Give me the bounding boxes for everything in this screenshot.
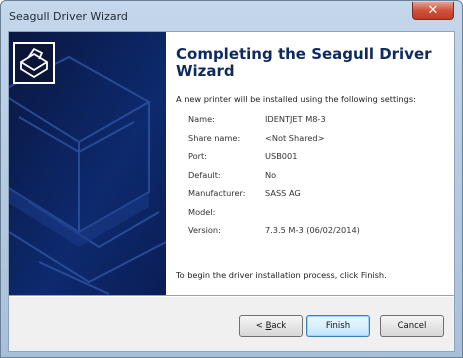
setting-value: USB001: [265, 151, 298, 161]
back-button-rest: ack: [271, 321, 287, 331]
setting-label: Name:: [188, 114, 215, 124]
setting-row-share-name: Share name: <Not Shared>: [188, 133, 448, 152]
setting-row-version: Version: 7.3.5 M-3 (06/02/2014): [188, 225, 448, 244]
setting-value: <Not Shared>: [265, 132, 325, 143]
setting-value: IDENTJET M8-3: [265, 114, 326, 124]
button-bar: < Back Finish Cancel: [9, 297, 454, 351]
setting-label: Version:: [188, 225, 221, 235]
setting-label: Manufacturer:: [188, 188, 246, 198]
setting-row-default: Default: No: [188, 170, 448, 189]
setting-value: 7.3.5 M-3 (06/02/2014): [265, 225, 360, 235]
intro-text: A new printer will be installed using th…: [176, 94, 416, 104]
setting-row-name: Name: IDENTJET M8-3: [188, 114, 448, 133]
cancel-button[interactable]: Cancel: [380, 315, 444, 337]
setting-row-model: Model:: [188, 207, 448, 226]
setting-row-manufacturer: Manufacturer: SASS AG: [188, 188, 448, 207]
wizard-client-area: Completing the Seagull Driver Wizard A n…: [8, 31, 455, 352]
setting-value: No: [265, 169, 277, 180]
outro-text: To begin the driver installation process…: [176, 270, 387, 280]
back-button[interactable]: < Back: [239, 315, 303, 337]
wizard-window: Seagull Driver Wizard ✕ Completing the S…: [0, 0, 463, 358]
setting-label: Share name:: [188, 132, 241, 143]
close-icon: ✕: [427, 3, 439, 18]
back-button-prefix: <: [255, 321, 266, 331]
finish-button[interactable]: Finish: [306, 315, 370, 337]
wizard-side-panel: [9, 32, 166, 295]
wizard-content: Completing the Seagull Driver Wizard A n…: [166, 32, 454, 295]
setting-row-port: Port: USB001: [188, 151, 448, 170]
printer-wizard-icon: [9, 32, 166, 295]
title-bar[interactable]: Seagull Driver Wizard ✕: [1, 1, 462, 31]
window-title: Seagull Driver Wizard: [9, 10, 128, 23]
close-button[interactable]: ✕: [412, 2, 454, 20]
setting-label: Port:: [188, 151, 207, 161]
page-title: Completing the Seagull Driver Wizard: [176, 45, 432, 80]
setting-label: Default:: [188, 169, 221, 180]
settings-list: Name: IDENTJET M8-3 Share name: <Not Sha…: [188, 114, 448, 244]
setting-value: SASS AG: [265, 188, 301, 198]
setting-label: Model:: [188, 206, 216, 217]
